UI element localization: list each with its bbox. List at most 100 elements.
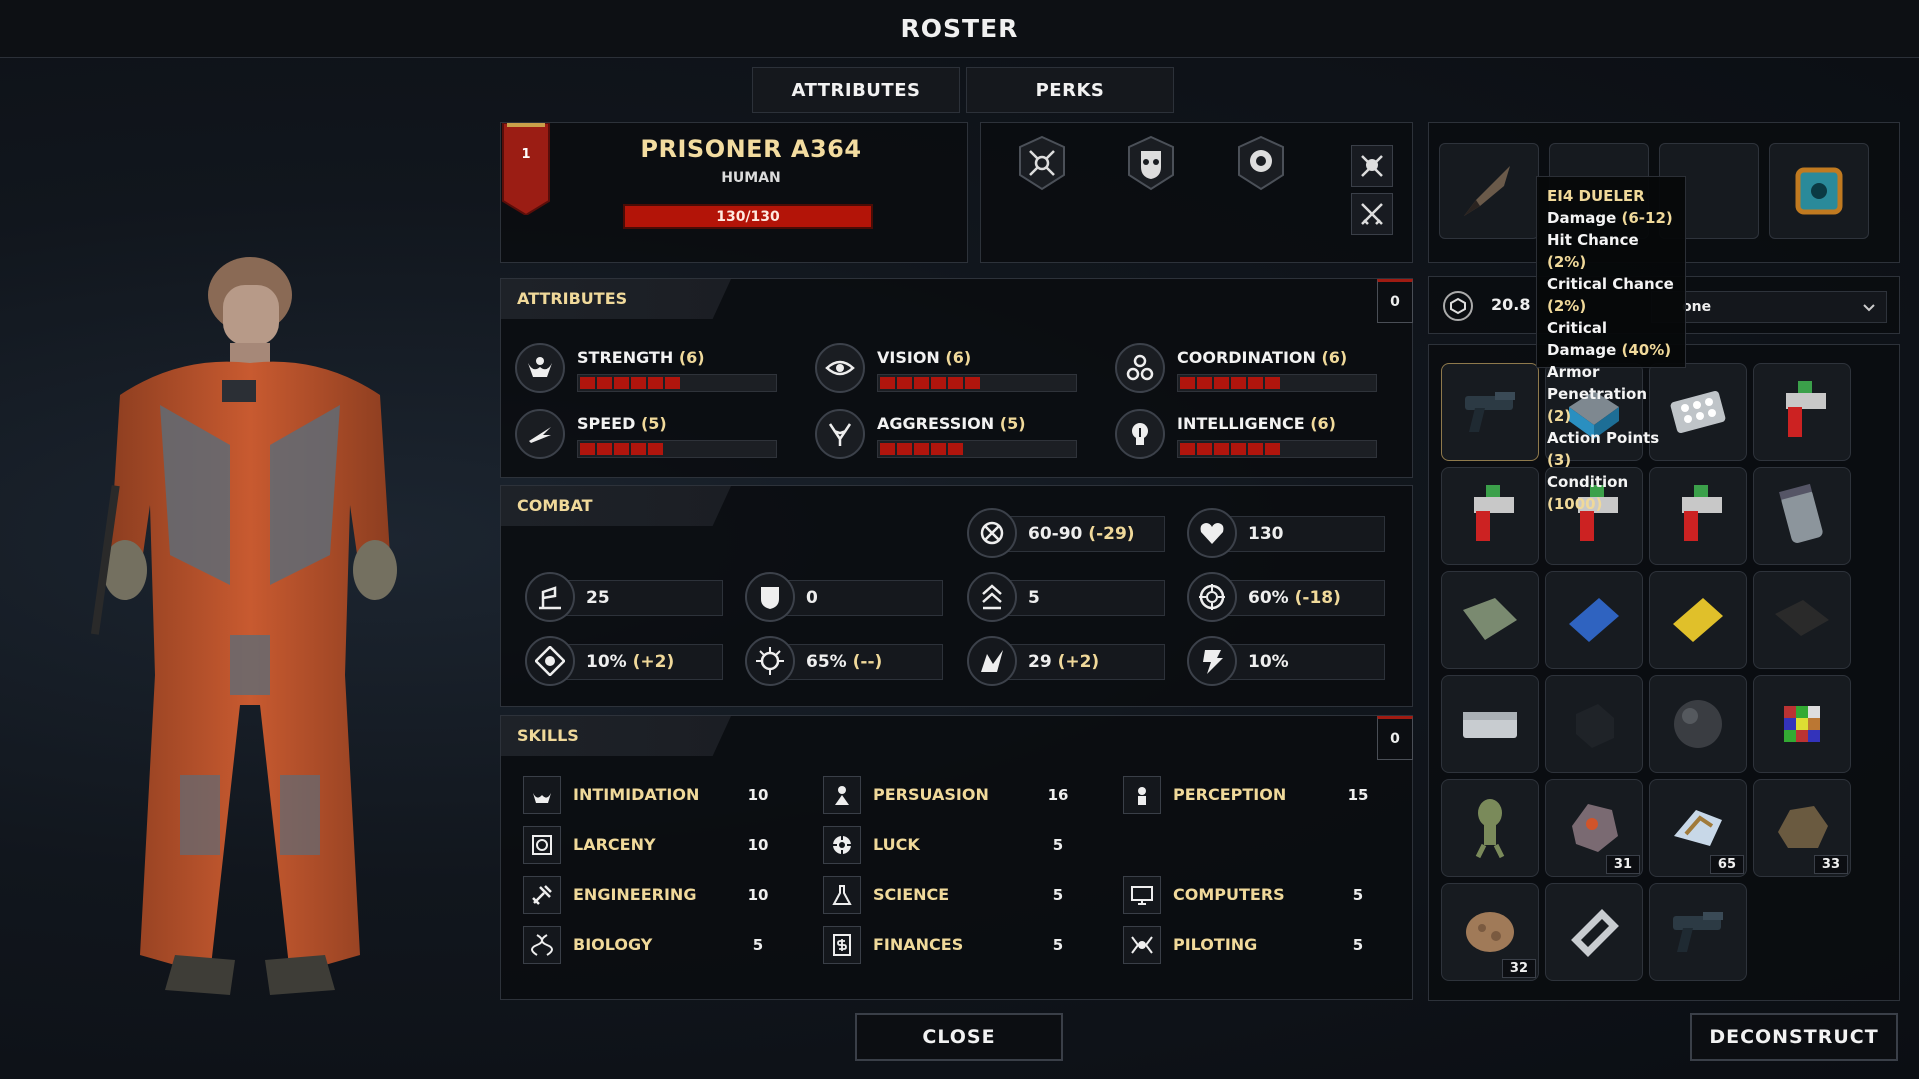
- attribute-bar-segment: [614, 377, 629, 389]
- attribute-strength[interactable]: STRENGTH (6): [515, 343, 785, 395]
- inventory-slot-yellow-card[interactable]: [1649, 571, 1747, 669]
- level-number: 1: [521, 147, 531, 162]
- skill-biology[interactable]: BIOLOGY 5: [523, 926, 813, 966]
- inventory-slot-rock[interactable]: 33: [1753, 779, 1851, 877]
- skill-science-label: SCIENCE: [873, 885, 950, 904]
- inventory-slot-meteor[interactable]: 31: [1545, 779, 1643, 877]
- inventory-slot-pistol-2[interactable]: [1649, 883, 1747, 981]
- equip-slot-melee[interactable]: [1439, 143, 1539, 239]
- attribute-coordination[interactable]: COORDINATION (6): [1115, 343, 1385, 395]
- skill-finances[interactable]: FINANCES 5: [823, 926, 1113, 966]
- perk-skull-x-icon[interactable]: [1351, 145, 1393, 187]
- tab-perks[interactable]: PERKS: [966, 67, 1174, 113]
- inventory-slot-cube[interactable]: [1753, 675, 1851, 773]
- perk-spider-icon[interactable]: [1018, 135, 1066, 191]
- attribute-intelligence[interactable]: INTELLIGENCE (6): [1115, 409, 1385, 461]
- persuasion-icon: [823, 776, 861, 814]
- character-race: HUMAN: [721, 170, 781, 186]
- armor-icon: [745, 572, 795, 622]
- attribute-bar-segment: [1333, 443, 1348, 455]
- perk-crossed-swords-icon[interactable]: [1351, 193, 1393, 235]
- inventory-slot-clamp[interactable]: [1545, 883, 1643, 981]
- keycard-blue-icon: [1569, 598, 1619, 642]
- item-tooltip: EI4 DUELER Damage (6-12) Hit Chance (2%)…: [1536, 176, 1686, 513]
- inventory-slot-pistol[interactable]: [1441, 363, 1539, 461]
- inventory-slot-ore[interactable]: 32: [1441, 883, 1539, 981]
- close-button[interactable]: CLOSE: [855, 1013, 1063, 1061]
- inventory-slot-sphere[interactable]: [1649, 675, 1747, 773]
- attribute-bar-segment: [733, 443, 748, 455]
- attribute-bar-segment: [931, 443, 946, 455]
- inventory-slot-map[interactable]: [1441, 571, 1539, 669]
- inventory-count-rock: 33: [1813, 855, 1848, 874]
- attribute-strength-value: (6): [678, 348, 705, 367]
- skill-luck-label: LUCK: [873, 835, 920, 854]
- attribute-bar-segment: [914, 443, 929, 455]
- perk-head-icon[interactable]: [1237, 135, 1285, 191]
- skill-larceny[interactable]: LARCENY 10: [523, 826, 813, 866]
- tab-attributes[interactable]: ATTRIBUTES: [752, 67, 960, 113]
- move-icon: [525, 572, 575, 622]
- attribute-aggression[interactable]: AGGRESSION (5): [815, 409, 1085, 461]
- inventory-slot-jar[interactable]: [1753, 467, 1851, 565]
- attribute-bar-segment: [999, 377, 1014, 389]
- injector-icon: [1474, 485, 1514, 541]
- attribute-bar-segment: [597, 377, 612, 389]
- puzzle-cube-icon: [1784, 706, 1820, 742]
- attribute-bar-segment: [1214, 443, 1229, 455]
- attributes-panel: ATTRIBUTES 0 STRENGTH (6) VISION (6) COO…: [500, 278, 1413, 478]
- perk-skull-mask-icon[interactable]: [1127, 135, 1175, 191]
- attribute-speed[interactable]: SPEED (5): [515, 409, 785, 461]
- combat-panel: COMBAT 60-90 (-29) 130 25 0 5 60% (-18) …: [500, 485, 1413, 707]
- skill-science[interactable]: SCIENCE 5: [823, 876, 1113, 916]
- inventory-slot-blue-card[interactable]: [1545, 571, 1643, 669]
- aggression-icon: [815, 409, 865, 459]
- attribute-bar-segment: [1248, 377, 1263, 389]
- inventory-count-meteor: 31: [1605, 855, 1640, 874]
- stat-hit-chance: 60% (-18): [1187, 572, 1387, 624]
- strength-icon: [515, 343, 565, 393]
- tooltip-hit-chance-label: Hit Chance: [1547, 231, 1639, 249]
- stat-hit-chance-mod: (-18): [1294, 588, 1341, 608]
- deconstruct-button[interactable]: DECONSTRUCT: [1690, 1013, 1898, 1061]
- skill-luck[interactable]: LUCK 5: [823, 826, 1113, 866]
- tooltip-armor-pen-value: (2): [1547, 407, 1572, 425]
- filter-dropdown[interactable]: one: [1651, 291, 1887, 323]
- skill-perception[interactable]: PERCEPTION 15: [1123, 776, 1413, 816]
- attribute-bar-segment: [580, 443, 595, 455]
- tooltip-title: EI4 DUELER: [1547, 187, 1645, 205]
- hit-chance-icon: [1187, 572, 1237, 622]
- speed-icon: [515, 409, 565, 459]
- skill-computers[interactable]: COMPUTERS 5: [1123, 876, 1413, 916]
- inventory-slot-alien[interactable]: [1441, 779, 1539, 877]
- skill-larceny-label: LARCENY: [573, 835, 656, 854]
- attribute-intelligence-bar: [1177, 440, 1377, 458]
- knife-icon: [1464, 166, 1510, 216]
- larceny-icon: [523, 826, 561, 864]
- skill-computers-label: COMPUTERS: [1173, 885, 1285, 904]
- skill-finances-value: 5: [1052, 936, 1064, 954]
- inventory-slot-injector-2[interactable]: [1441, 467, 1539, 565]
- skill-piloting[interactable]: PILOTING 5: [1123, 926, 1413, 966]
- inventory-slot-black-book[interactable]: [1753, 571, 1851, 669]
- skill-persuasion[interactable]: PERSUASION 16: [823, 776, 1113, 816]
- attribute-bar-segment: [948, 443, 963, 455]
- attribute-bar-segment: [716, 443, 731, 455]
- attribute-strength-bar: [577, 374, 777, 392]
- attribute-bar-segment: [1180, 377, 1195, 389]
- attribute-bar-segment: [931, 377, 946, 389]
- skill-intimidation[interactable]: INTIMIDATION 10: [523, 776, 813, 816]
- skill-engineering[interactable]: ENGINEERING 10: [523, 876, 813, 916]
- inventory-slot-injector-1[interactable]: [1753, 363, 1851, 461]
- attribute-speed-name: SPEED: [577, 414, 636, 433]
- equip-slot-gadget[interactable]: [1769, 143, 1869, 239]
- inventory-slot-black-device[interactable]: [1545, 675, 1643, 773]
- attribute-bar-segment: [699, 377, 714, 389]
- attribute-speed-bar: [577, 440, 777, 458]
- inventory-slot-case[interactable]: [1441, 675, 1539, 773]
- skill-finances-label: FINANCES: [873, 935, 964, 954]
- inventory-count-crystals: 65: [1709, 855, 1744, 874]
- attribute-vision[interactable]: VISION (6): [815, 343, 1085, 395]
- inventory-slot-crystals[interactable]: 65: [1649, 779, 1747, 877]
- finances-icon: [823, 926, 861, 964]
